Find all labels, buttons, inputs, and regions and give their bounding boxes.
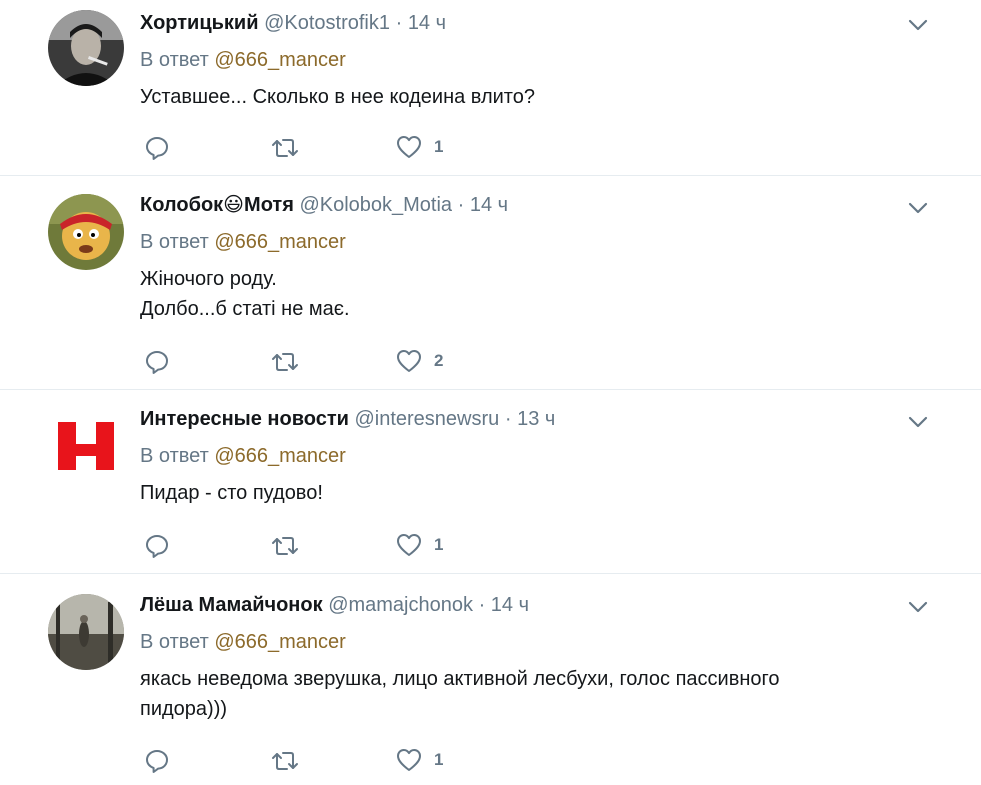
author-handle[interactable]: @mamajchonok — [328, 594, 473, 616]
avatar[interactable] — [48, 408, 124, 484]
like-count: 1 — [434, 535, 444, 554]
tweet-text: якась неведома зверушка, лицо активной л… — [140, 664, 941, 724]
like-count: 1 — [434, 137, 444, 156]
author-name-part1: Колобок — [140, 194, 224, 216]
tweet-item[interactable]: Хортицький @Kotostrofik1 · 14 ч В ответ … — [0, 0, 981, 176]
like-button[interactable]: 1 — [396, 533, 443, 557]
tweet-item[interactable]: Колобок😃Мотя @Kolobok_Motia · 14 ч В отв… — [0, 176, 981, 390]
retweet-icon — [270, 533, 300, 559]
tweet-text: Пидар - сто пудово! — [140, 478, 941, 508]
tweet-text: Жіночого роду. Долбо...б статі не має. — [140, 264, 941, 324]
retweet-button[interactable] — [270, 533, 300, 559]
reply-button[interactable] — [144, 349, 170, 375]
chevron-down-icon[interactable] — [907, 197, 929, 219]
like-button[interactable]: 1 — [396, 135, 443, 159]
reply-prefix: В ответ — [140, 445, 209, 467]
tweet-text-line: Уставшее... Сколько в нее кодеина влито? — [140, 86, 535, 108]
tweet-item[interactable]: Лёша Мамайчонок @mamajchonok · 14 ч В от… — [0, 574, 981, 785]
reply-bubble-icon — [144, 135, 170, 161]
reply-to-link[interactable]: @666_mancer — [214, 631, 345, 653]
separator: · — [457, 194, 465, 216]
retweet-button[interactable] — [270, 748, 300, 774]
retweet-button[interactable] — [270, 349, 300, 375]
reply-context: В ответ @666_mancer — [140, 627, 941, 657]
reply-bubble-icon — [144, 349, 170, 375]
timestamp[interactable]: 14 ч — [491, 594, 529, 616]
reply-prefix: В ответ — [140, 231, 209, 253]
author-name[interactable]: Интересные новости — [140, 408, 349, 430]
reply-prefix: В ответ — [140, 631, 209, 653]
separator: · — [504, 408, 512, 430]
tweet-item[interactable]: Интересные новости @interesnewsru · 13 ч… — [0, 390, 981, 574]
reply-to-link[interactable]: @666_mancer — [214, 231, 345, 253]
like-button[interactable]: 2 — [396, 349, 443, 373]
retweet-icon — [270, 748, 300, 774]
avatar[interactable] — [48, 194, 124, 270]
reply-button[interactable] — [144, 135, 170, 161]
separator: · — [395, 12, 403, 34]
tweet-text-line: Долбо...б статі не має. — [140, 298, 350, 320]
heart-icon — [396, 533, 422, 557]
timestamp[interactable]: 14 ч — [408, 12, 446, 34]
retweet-icon — [270, 135, 300, 161]
heart-icon — [396, 135, 422, 159]
tweet-text: Уставшее... Сколько в нее кодеина влито? — [140, 82, 941, 112]
tweet-header: Интересные новости @interesnewsru · 13 ч — [140, 404, 941, 434]
separator: · — [478, 594, 486, 616]
reply-bubble-icon — [144, 748, 170, 774]
reply-context: В ответ @666_mancer — [140, 45, 941, 75]
tweet-text-line: якась неведома зверушка, лицо активной л… — [140, 668, 780, 690]
like-button[interactable]: 1 — [396, 748, 443, 772]
reply-context: В ответ @666_mancer — [140, 441, 941, 471]
retweet-icon — [270, 349, 300, 375]
tweet-text-line: пидора))) — [140, 698, 228, 720]
author-handle[interactable]: @interesnewsru — [354, 408, 499, 430]
chevron-down-icon[interactable] — [907, 596, 929, 618]
chevron-down-icon[interactable] — [907, 411, 929, 433]
reply-button[interactable] — [144, 533, 170, 559]
author-name-part2: Мотя — [244, 194, 294, 216]
tweet-text-line: Пидар - сто пудово! — [140, 482, 323, 504]
like-count: 1 — [434, 750, 444, 769]
retweet-button[interactable] — [270, 135, 300, 161]
author-name[interactable]: Колобок😃Мотя — [140, 194, 294, 216]
avatar[interactable] — [48, 10, 124, 86]
timestamp[interactable]: 14 ч — [470, 194, 508, 216]
smiley-emoji: 😃 — [223, 194, 245, 216]
heart-icon — [396, 748, 422, 772]
tweet-header: Лёша Мамайчонок @mamajchonok · 14 ч — [140, 590, 941, 620]
avatar[interactable] — [48, 594, 124, 670]
like-count: 2 — [434, 351, 444, 370]
chevron-down-icon[interactable] — [907, 14, 929, 36]
reply-prefix: В ответ — [140, 49, 209, 71]
author-handle[interactable]: @Kolobok_Motia — [299, 194, 452, 216]
tweet-header: Колобок😃Мотя @Kolobok_Motia · 14 ч — [140, 190, 941, 220]
reply-to-link[interactable]: @666_mancer — [214, 445, 345, 467]
author-name[interactable]: Лёша Мамайчонок — [140, 594, 323, 616]
heart-icon — [396, 349, 422, 373]
reply-bubble-icon — [144, 533, 170, 559]
reply-context: В ответ @666_mancer — [140, 227, 941, 257]
author-name[interactable]: Хортицький — [140, 12, 259, 34]
timestamp[interactable]: 13 ч — [517, 408, 555, 430]
author-handle[interactable]: @Kotostrofik1 — [264, 12, 390, 34]
tweet-text-line: Жіночого роду. — [140, 268, 277, 290]
tweet-header: Хортицький @Kotostrofik1 · 14 ч — [140, 8, 941, 38]
reply-to-link[interactable]: @666_mancer — [214, 49, 345, 71]
reply-button[interactable] — [144, 748, 170, 774]
news-logo-icon — [48, 408, 124, 484]
